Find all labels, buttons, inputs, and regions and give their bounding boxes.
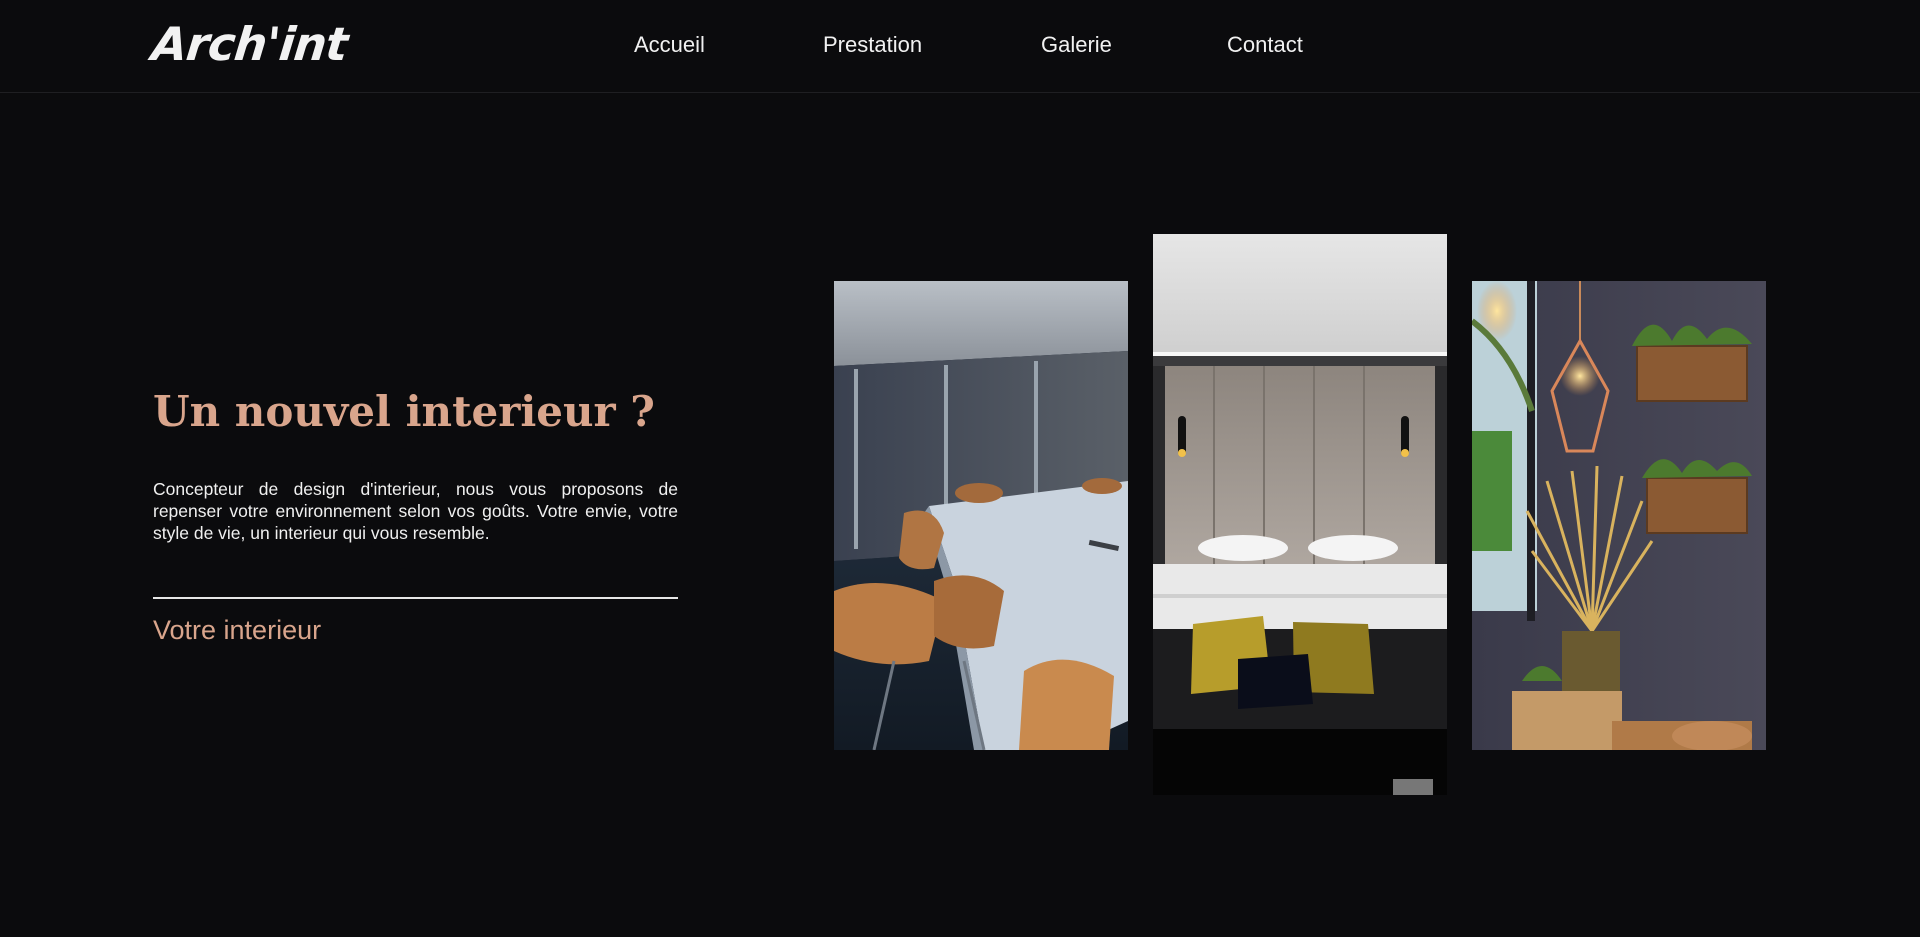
gallery-photo-bedroom [1153, 234, 1447, 795]
main-nav: Accueil Prestation Galerie Contact [0, 30, 1920, 60]
nav-link-prestation[interactable]: Prestation [823, 30, 922, 60]
gallery-photo-decor [1472, 281, 1766, 750]
nav-link-accueil[interactable]: Accueil [634, 30, 705, 60]
gallery-photo-meeting-room [834, 281, 1128, 750]
nav-link-contact[interactable]: Contact [1227, 30, 1303, 60]
site-header: Arch'int Accueil Prestation Galerie Cont… [0, 0, 1920, 93]
hero-description: Concepteur de design d'interieur, nous v… [153, 479, 678, 543]
hero-cta-link[interactable]: Votre interieur [153, 612, 321, 648]
hero-title: Un nouvel interieur ? [153, 387, 655, 436]
hero-divider [153, 597, 678, 599]
nav-link-galerie[interactable]: Galerie [1041, 30, 1112, 60]
